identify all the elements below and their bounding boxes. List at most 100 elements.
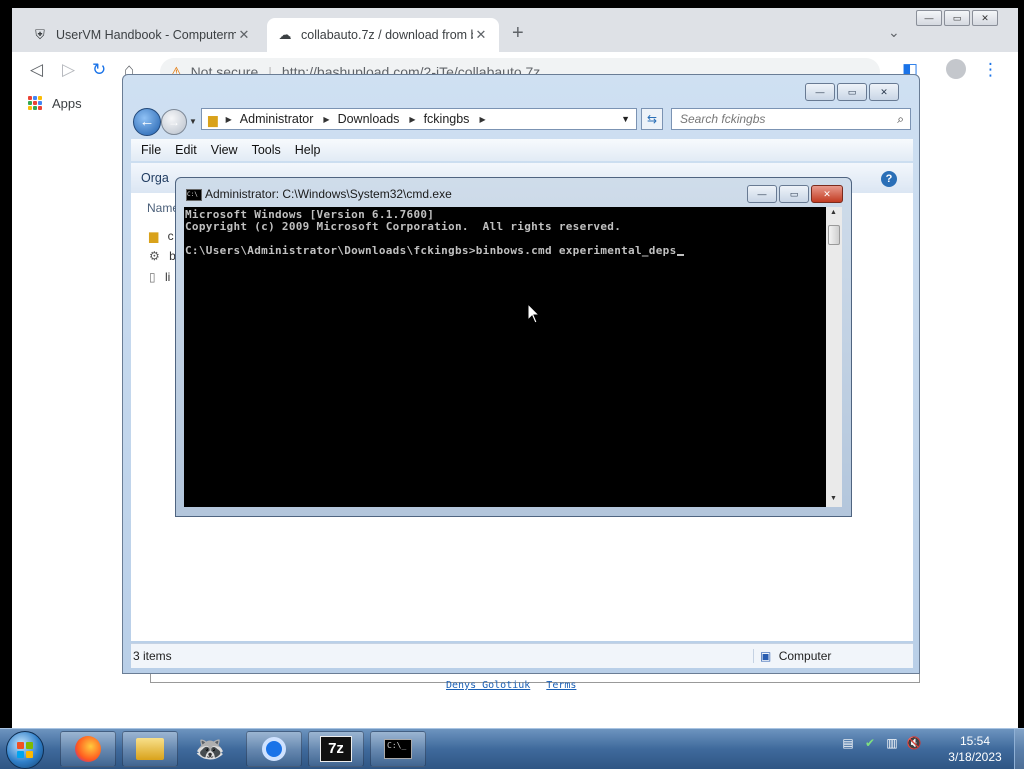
cmd-window: C:\ Administrator: C:\Windows\System32\c… (175, 177, 852, 517)
tab-collabauto-download[interactable]: ☁ collabauto.7z / download from b ✕ (267, 18, 499, 52)
explorer-status-bar: 3 items ▣ Computer (131, 643, 913, 668)
raccoon-app-icon: 🦝 (195, 735, 225, 763)
explorer-address-bar[interactable]: ▆ ▶ Administrator ▶ Downloads ▶ fckingbs… (201, 108, 637, 130)
scroll-thumb[interactable] (828, 225, 840, 245)
maximize-button[interactable]: ▭ (837, 83, 867, 101)
console-line-prompt: C:\Users\Administrator\Downloads\fckingb… (185, 245, 826, 257)
list-item[interactable]: ⚙ b (149, 249, 176, 263)
tab-strip: ⛨ UserVM Handbook - Computerm ✕ ☁ collab… (12, 8, 1018, 52)
taskbar-firefox[interactable] (60, 731, 116, 767)
clock-date: 3/18/2023 (948, 750, 1002, 764)
help-icon[interactable]: ? (881, 171, 897, 187)
new-tab-button[interactable]: + (512, 22, 524, 45)
apps-grid-icon[interactable] (28, 96, 42, 110)
console-command: C:\Users\Administrator\Downloads\fckingb… (185, 244, 677, 257)
terms-link[interactable]: Terms (546, 680, 576, 691)
network-icon[interactable]: ▥ (884, 735, 900, 751)
page-footer: Denys Golotiuk Terms (446, 680, 592, 691)
computer-icon: ▣ (760, 649, 772, 663)
avatar[interactable] (946, 59, 966, 79)
firefox-icon (75, 736, 101, 762)
breadcrumb-arrow-icon: ▶ (225, 114, 232, 124)
clock-time: 15:54 (959, 734, 991, 748)
close-button[interactable]: ✕ (811, 185, 843, 203)
search-placeholder: Search fckingbs (680, 112, 766, 126)
windows-logo-icon (17, 742, 33, 758)
cmd-window-title: Administrator: C:\Windows\System32\cmd.e… (205, 187, 452, 201)
tab-title: UserVM Handbook - Computerm (56, 28, 236, 42)
close-icon[interactable]: ✕ (473, 27, 489, 43)
forward-button[interactable]: → (161, 109, 187, 135)
chrome-window-controls: — ▭ ✕ (916, 10, 998, 26)
forward-arrow-icon[interactable]: ▷ (62, 60, 75, 80)
organize-button[interactable]: Orga (141, 171, 169, 185)
tab-uservm-handbook[interactable]: ⛨ UserVM Handbook - Computerm ✕ (22, 18, 262, 52)
security-check-icon[interactable]: ✔ (862, 735, 878, 751)
tab-title: collabauto.7z / download from b (301, 28, 473, 42)
taskbar-raccoon-app[interactable]: 🦝 (182, 731, 238, 767)
folder-icon: ▆ (208, 112, 218, 127)
breadcrumb-fckingbs[interactable]: fckingbs (424, 112, 470, 126)
menu-file[interactable]: File (141, 143, 161, 157)
7zip-icon: 7z (320, 736, 352, 762)
cmd-icon: C:\_ (384, 739, 412, 759)
close-button[interactable]: ✕ (869, 83, 899, 101)
shield-icon: ⛨ (35, 27, 45, 42)
console-output[interactable]: Microsoft Windows [Version 6.1.7600] Copy… (184, 207, 826, 507)
explorer-window-controls: — ▭ ✕ (805, 83, 899, 101)
chevron-down-icon[interactable]: ⌄ (888, 24, 900, 41)
author-link[interactable]: Denys Golotiuk (446, 680, 530, 691)
cmd-window-icon: C:\ (186, 189, 202, 201)
minimize-button[interactable]: — (916, 10, 942, 26)
system-tray: ▤ ✔ ▥ 🔇 (840, 735, 922, 751)
clock[interactable]: 15:54 3/18/2023 (940, 733, 1010, 765)
list-item[interactable]: ▆ c (149, 229, 174, 243)
menu-edit[interactable]: Edit (175, 143, 197, 157)
address-dropdown-icon[interactable]: ▼ (621, 114, 630, 124)
chrome-icon (262, 737, 286, 761)
menu-icon[interactable]: ⋮ (982, 60, 999, 80)
search-icon: ⌕ (897, 112, 904, 126)
back-arrow-icon[interactable]: ◁ (30, 60, 43, 80)
taskbar-7zip[interactable]: 7z (308, 731, 364, 767)
breadcrumb-arrow-icon: ▶ (409, 114, 416, 124)
console-scrollbar[interactable]: ▲ ▼ (826, 207, 842, 507)
taskbar-file-explorer[interactable] (122, 731, 178, 767)
explorer-search-input[interactable]: Search fckingbs ⌕ (671, 108, 911, 130)
item-count: 3 items (133, 649, 172, 663)
back-button[interactable]: ← (133, 108, 161, 136)
close-icon[interactable]: ✕ (236, 27, 252, 43)
breadcrumb-arrow-icon: ▶ (479, 114, 486, 124)
taskbar-cmd[interactable]: C:\_ (370, 731, 426, 767)
scroll-down-icon[interactable]: ▼ (830, 495, 837, 502)
start-button[interactable] (6, 731, 44, 769)
breadcrumb-downloads[interactable]: Downloads (338, 112, 400, 126)
menu-tools[interactable]: Tools (252, 143, 281, 157)
breadcrumb-administrator[interactable]: Administrator (240, 112, 314, 126)
folder-icon: ▆ (149, 229, 159, 243)
reload-icon[interactable]: ↻ (92, 60, 106, 80)
cloud-upload-icon: ☁ (278, 27, 292, 42)
list-item[interactable]: ▯ li (149, 270, 170, 284)
history-dropdown-icon[interactable]: ▼ (189, 117, 197, 126)
text-cursor (676, 254, 684, 256)
console-line: Copyright (c) 2009 Microsoft Corporation… (185, 220, 622, 233)
menu-view[interactable]: View (211, 143, 238, 157)
file-explorer-icon (136, 738, 164, 760)
file-name: c (167, 229, 174, 243)
action-center-icon[interactable]: ▤ (840, 735, 856, 751)
scroll-up-icon[interactable]: ▲ (830, 209, 837, 216)
cmd-window-controls: — ▭ ✕ (747, 185, 843, 203)
taskbar-chrome[interactable] (246, 731, 302, 767)
minimize-button[interactable]: — (747, 185, 777, 203)
volume-muted-icon[interactable]: 🔇 (906, 735, 922, 751)
mouse-pointer-icon (527, 302, 541, 324)
maximize-button[interactable]: ▭ (944, 10, 970, 26)
menu-help[interactable]: Help (295, 143, 321, 157)
minimize-button[interactable]: — (805, 83, 835, 101)
show-desktop-button[interactable] (1014, 729, 1024, 769)
refresh-button[interactable]: ⇆ (641, 108, 663, 130)
close-button[interactable]: ✕ (972, 10, 998, 26)
apps-bookmark[interactable]: Apps (52, 96, 82, 111)
maximize-button[interactable]: ▭ (779, 185, 809, 203)
